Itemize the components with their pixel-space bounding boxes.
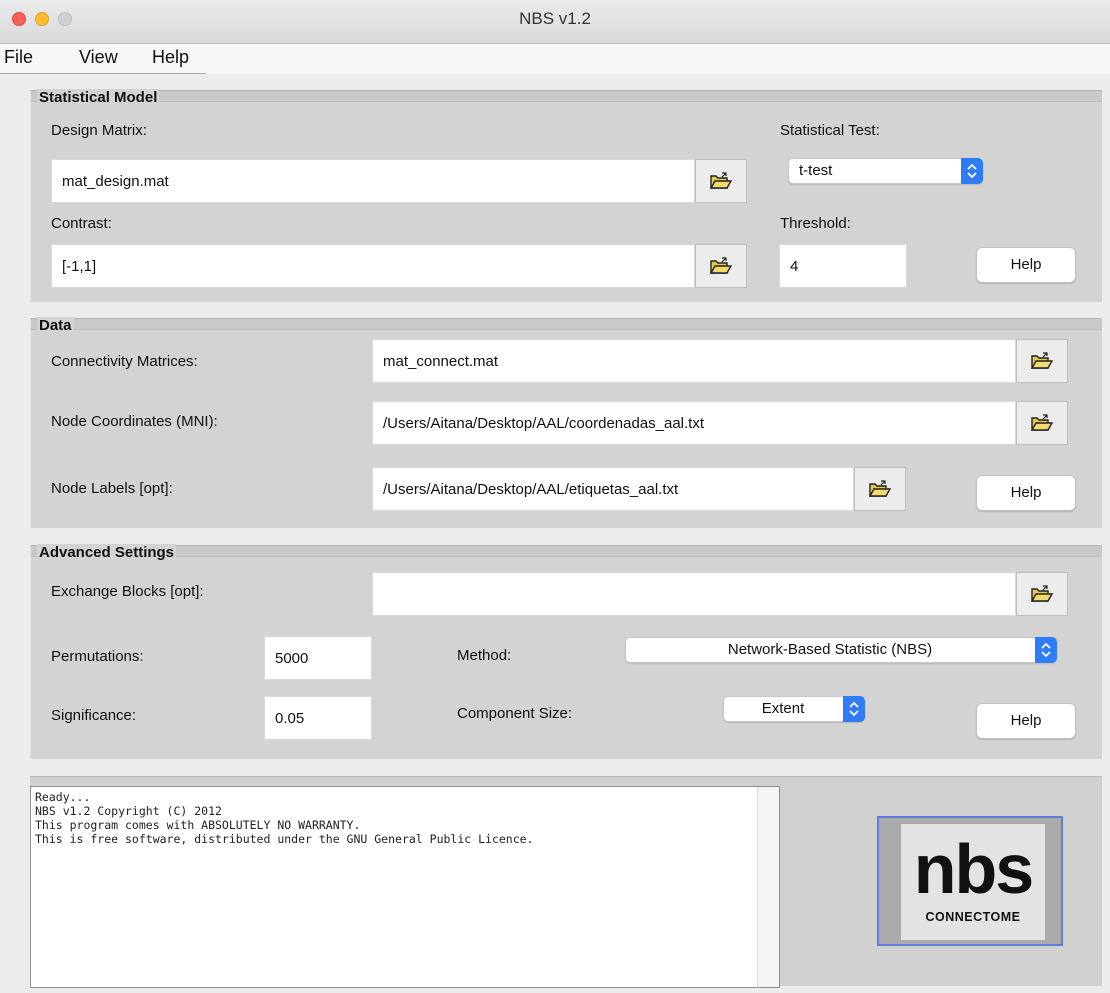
statistical-test-label: Statistical Test: <box>780 122 880 139</box>
node-labels-label: Node Labels [opt]: <box>51 480 173 497</box>
contrast-browse-button[interactable] <box>695 244 747 288</box>
open-folder-icon <box>1031 414 1053 431</box>
threshold-label: Threshold: <box>780 215 851 232</box>
data-help-button[interactable]: Help <box>976 475 1076 511</box>
panel-header-strip <box>31 546 1102 557</box>
exchange-blocks-field[interactable] <box>372 572 1016 616</box>
permutations-field[interactable]: 5000 <box>264 636 372 680</box>
open-folder-icon <box>710 172 732 189</box>
console-line: NBS v1.2 Copyright (C) 2012 <box>35 804 222 818</box>
panel-title: Data <box>37 317 74 334</box>
statistical-model-panel: Statistical Model Design Matrix: mat_des… <box>30 89 1102 302</box>
panel-header-strip <box>31 91 1102 102</box>
contrast-label: Contrast: <box>51 215 112 232</box>
logo-main-text: nbs <box>913 830 1034 908</box>
advanced-help-button[interactable]: Help <box>976 703 1076 739</box>
node-coordinates-browse-button[interactable] <box>1016 401 1068 445</box>
exchange-blocks-browse-button[interactable] <box>1016 572 1068 616</box>
component-size-label: Component Size: <box>457 705 573 722</box>
advanced-settings-panel: Advanced Settings Exchange Blocks [opt]:… <box>30 544 1102 759</box>
menu-help[interactable]: Help <box>152 47 189 68</box>
console-output[interactable]: Ready... NBS v1.2 Copyright (C) 2012 Thi… <box>30 786 780 988</box>
open-folder-icon <box>710 257 732 274</box>
panel-title: Statistical Model <box>37 89 160 106</box>
chevron-updown-icon <box>961 158 983 184</box>
method-label: Method: <box>457 647 512 664</box>
logo-panel: nbs CONNECTOME <box>901 824 1045 940</box>
node-labels-field[interactable]: /Users/Aitana/Desktop/AAL/etiquetas_aal.… <box>372 467 854 511</box>
node-coordinates-label: Node Coordinates (MNI): <box>51 413 218 430</box>
console-line: Ready... <box>35 790 91 804</box>
console-scrollbar[interactable] <box>757 787 779 987</box>
panel-header-strip <box>31 319 1102 330</box>
title-bar: NBS v1.2 <box>0 0 1110 44</box>
statistical-model-help-button[interactable]: Help <box>976 247 1076 283</box>
chevron-updown-icon <box>1035 637 1057 663</box>
logo-sub-text: CONNECTOME <box>925 910 1021 924</box>
component-size-value: Extent <box>761 700 805 717</box>
nbs-connectome-logo-button[interactable]: nbs CONNECTOME <box>877 816 1063 946</box>
permutations-label: Permutations: <box>51 648 144 665</box>
component-size-select[interactable]: Extent <box>723 696 865 722</box>
node-labels-browse-button[interactable] <box>854 467 906 511</box>
open-folder-icon <box>869 480 891 497</box>
significance-label: Significance: <box>51 707 137 724</box>
menu-file[interactable]: File <box>4 47 33 68</box>
design-matrix-browse-button[interactable] <box>695 159 747 203</box>
console-line: This program comes with ABSOLUTELY NO WA… <box>35 818 361 832</box>
exchange-blocks-label: Exchange Blocks [opt]: <box>51 583 204 600</box>
design-matrix-field[interactable]: mat_design.mat <box>51 159 695 203</box>
node-coordinates-field[interactable]: /Users/Aitana/Desktop/AAL/coordenadas_aa… <box>372 401 1016 445</box>
connectivity-browse-button[interactable] <box>1016 339 1068 383</box>
open-folder-icon <box>1031 585 1053 602</box>
menu-view[interactable]: View <box>79 47 118 68</box>
connectivity-matrices-field[interactable]: mat_connect.mat <box>372 339 1016 383</box>
menu-bar-divider <box>0 73 206 74</box>
significance-field[interactable]: 0.05 <box>264 696 372 740</box>
statistical-test-select[interactable]: t-test <box>788 158 983 184</box>
chevron-updown-icon <box>843 696 865 722</box>
method-select[interactable]: Network-Based Statistic (NBS) <box>625 637 1057 663</box>
contrast-field[interactable]: [-1,1] <box>51 244 695 288</box>
console-line: This is free software, distributed under… <box>35 832 534 846</box>
window-title: NBS v1.2 <box>519 9 591 28</box>
data-panel: Data Connectivity Matrices: mat_connect.… <box>30 317 1102 528</box>
open-folder-icon <box>1031 352 1053 369</box>
panel-title: Advanced Settings <box>37 544 177 561</box>
threshold-field[interactable]: 4 <box>779 244 907 288</box>
design-matrix-label: Design Matrix: <box>51 122 147 139</box>
statistical-test-value: t-test <box>799 162 833 179</box>
connectivity-matrices-label: Connectivity Matrices: <box>51 353 198 370</box>
method-value: Network-Based Statistic (NBS) <box>727 641 933 658</box>
